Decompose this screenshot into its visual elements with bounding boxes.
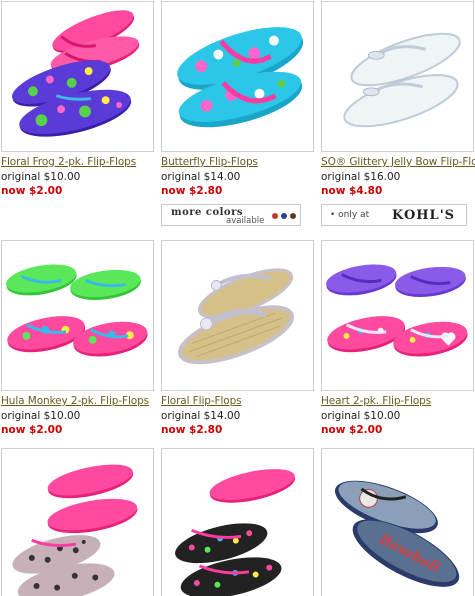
product-image-polka-dot[interactable] — [161, 448, 314, 596]
product-image-hula-monkey[interactable] — [1, 240, 154, 391]
original-price: original $10.00 — [1, 410, 81, 422]
product-title-link[interactable]: Hula Monkey 2-pk. Flip-Flops — [1, 395, 161, 407]
product-image-butterfly[interactable] — [161, 1, 314, 152]
product-grid: Floral Frog 2-pk. Flip-Flops original $1… — [0, 0, 475, 596]
sale-price: now $2.00 — [1, 424, 63, 436]
product-image-floral-frog[interactable] — [1, 1, 154, 152]
product-title-link[interactable]: SO® Glittery Jelly Bow Flip-Flops — [321, 156, 475, 168]
product-title-link[interactable]: Floral Frog 2-pk. Flip-Flops — [1, 156, 161, 168]
only-at-kohls-badge: • only at KOHL'S — [321, 204, 467, 226]
product-image-leopard[interactable] — [1, 448, 154, 596]
original-price: original $10.00 — [321, 410, 401, 422]
more-colors-badge[interactable]: more colors available — [161, 204, 301, 226]
product-title-link[interactable]: Butterfly Flip-Flops — [161, 156, 321, 168]
only-at-label: • only at — [330, 210, 370, 220]
color-dot-icon — [272, 213, 278, 219]
product-image-floral[interactable] — [161, 240, 314, 391]
sale-price: now $2.80 — [161, 185, 223, 197]
product-title-link[interactable]: Floral Flip-Flops — [161, 395, 321, 407]
sale-price: now $2.80 — [161, 424, 223, 436]
original-price: original $14.00 — [161, 410, 241, 422]
sale-price: now $2.00 — [321, 424, 383, 436]
available-label: available — [226, 216, 265, 226]
product-image-jelly-bow[interactable] — [321, 1, 474, 152]
original-price: original $14.00 — [161, 171, 241, 183]
product-image-heart[interactable] — [321, 240, 474, 391]
sale-price: now $2.00 — [1, 185, 63, 197]
product-title-link[interactable]: Heart 2-pk. Flip-Flops — [321, 395, 475, 407]
product-image-baseball[interactable]: Baseball — [321, 448, 474, 596]
color-dot-icon — [281, 213, 287, 219]
original-price: original $16.00 — [321, 171, 401, 183]
sale-price: now $4.80 — [321, 185, 383, 197]
original-price: original $10.00 — [1, 171, 81, 183]
kohls-logo: KOHL'S — [392, 208, 456, 223]
color-dot-icon — [290, 213, 296, 219]
